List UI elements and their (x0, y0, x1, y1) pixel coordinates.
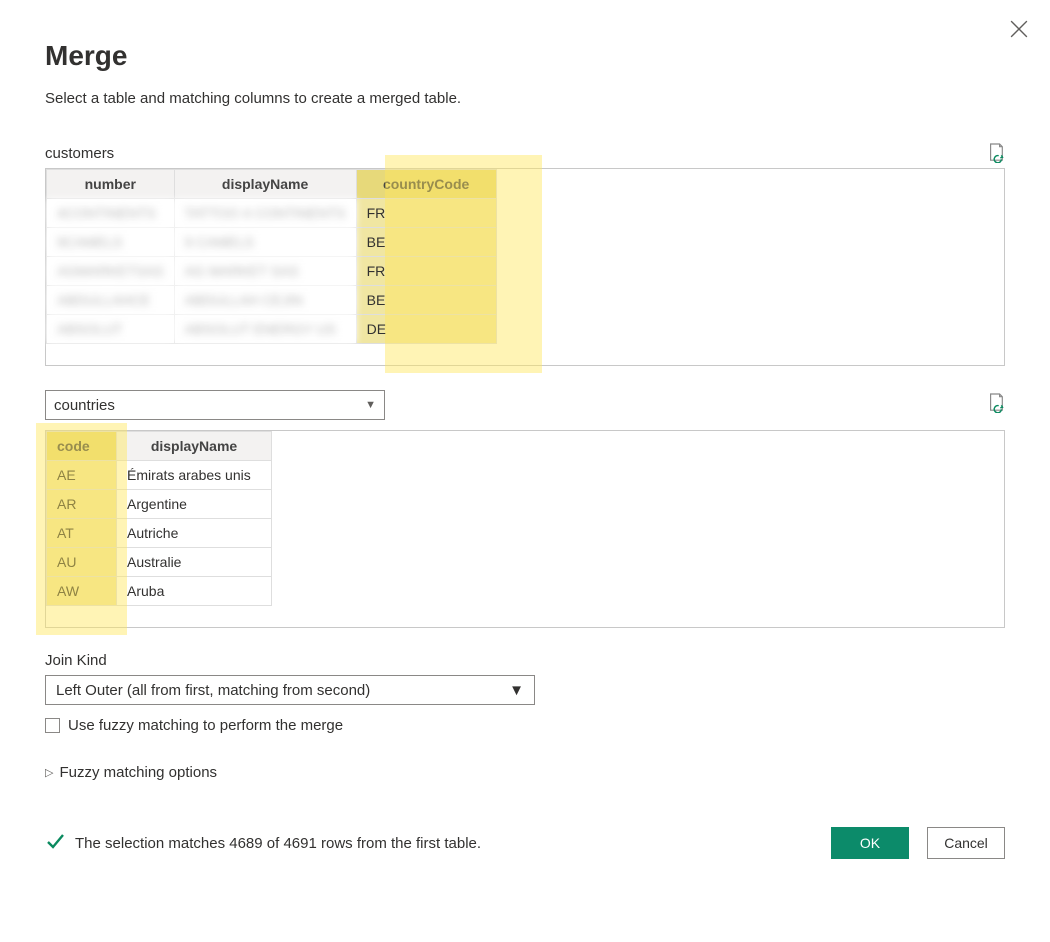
table-cell: Émirats arabes unis (117, 461, 272, 490)
table-row[interactable]: ABDULLAHCEABDULLAH CEJINBE (47, 286, 497, 315)
table-cell: AGMARKETSAS (47, 257, 175, 286)
join-kind-label: Join Kind (45, 652, 1005, 669)
fuzzy-options-expander[interactable]: ▷ Fuzzy matching options (45, 764, 1005, 781)
table-row[interactable]: ATAutriche (47, 519, 272, 548)
table-cell: FR (356, 257, 496, 286)
table-cell: 9 CAMELS (174, 228, 356, 257)
table-cell: TATTOO 4 CONTINENTS (174, 199, 356, 228)
table-cell: AG MARKET SAS (174, 257, 356, 286)
table-cell: 4CONTINENTS (47, 199, 175, 228)
table-cell: DE (356, 315, 496, 344)
table1-grid[interactable]: numberdisplayNamecountryCode 4CONTINENTS… (45, 168, 1005, 366)
ok-button[interactable]: OK (831, 827, 909, 859)
table1-label: customers (45, 145, 114, 162)
join-kind-value: Left Outer (all from first, matching fro… (56, 682, 370, 699)
table2-column-header[interactable]: code (47, 432, 117, 461)
fuzzy-options-label: Fuzzy matching options (59, 764, 217, 781)
table-row[interactable]: 4CONTINENTSTATTOO 4 CONTINENTSFR (47, 199, 497, 228)
dialog-subtitle: Select a table and matching columns to c… (45, 90, 1005, 107)
table-row[interactable]: 9CAMELS9 CAMELSBE (47, 228, 497, 257)
table-cell: AE (47, 461, 117, 490)
table1-refresh-icon[interactable] (987, 143, 1005, 166)
table-cell: ABSOLUT ENERGY US (174, 315, 356, 344)
table-cell: AR (47, 490, 117, 519)
dialog-title: Merge (45, 40, 1005, 72)
table-row[interactable]: AGMARKETSASAG MARKET SASFR (47, 257, 497, 286)
table-cell: Australie (117, 548, 272, 577)
table-cell: AU (47, 548, 117, 577)
table-cell: Aruba (117, 577, 272, 606)
table-row[interactable]: AEÉmirats arabes unis (47, 461, 272, 490)
table-cell: ABDULLAH CEJIN (174, 286, 356, 315)
table-row[interactable]: ABSOLUTABSOLUT ENERGY USDE (47, 315, 497, 344)
table-row[interactable]: AUAustralie (47, 548, 272, 577)
table-cell: ABDULLAHCE (47, 286, 175, 315)
table1-column-header[interactable]: number (47, 170, 175, 199)
fuzzy-matching-checkbox[interactable] (45, 718, 60, 733)
table2-refresh-icon[interactable] (987, 393, 1005, 416)
status-check-icon (45, 831, 65, 855)
table-row[interactable]: ARArgentine (47, 490, 272, 519)
chevron-down-icon: ▼ (365, 399, 376, 411)
table2-grid[interactable]: codedisplayName AEÉmirats arabes unisARA… (45, 430, 1005, 628)
cancel-button[interactable]: Cancel (927, 827, 1005, 859)
table1-column-header[interactable]: displayName (174, 170, 356, 199)
table2-select-dropdown[interactable]: countries ▼ (45, 390, 385, 420)
table1-column-header[interactable]: countryCode (356, 170, 496, 199)
table2-dropdown-value: countries (54, 397, 115, 414)
status-text: The selection matches 4689 of 4691 rows … (75, 835, 481, 852)
table2-column-header[interactable]: displayName (117, 432, 272, 461)
table-cell: 9CAMELS (47, 228, 175, 257)
join-kind-dropdown[interactable]: Left Outer (all from first, matching fro… (45, 675, 535, 705)
table-cell: AT (47, 519, 117, 548)
fuzzy-matching-label: Use fuzzy matching to perform the merge (68, 717, 343, 734)
table-cell: FR (356, 199, 496, 228)
table-cell: AW (47, 577, 117, 606)
chevron-down-icon: ▼ (509, 682, 524, 699)
table-cell: ABSOLUT (47, 315, 175, 344)
close-button[interactable] (1010, 20, 1028, 38)
table-cell: BE (356, 286, 496, 315)
table-cell: Argentine (117, 490, 272, 519)
table-cell: BE (356, 228, 496, 257)
table-cell: Autriche (117, 519, 272, 548)
table-row[interactable]: AWAruba (47, 577, 272, 606)
expander-triangle-icon: ▷ (45, 766, 53, 779)
